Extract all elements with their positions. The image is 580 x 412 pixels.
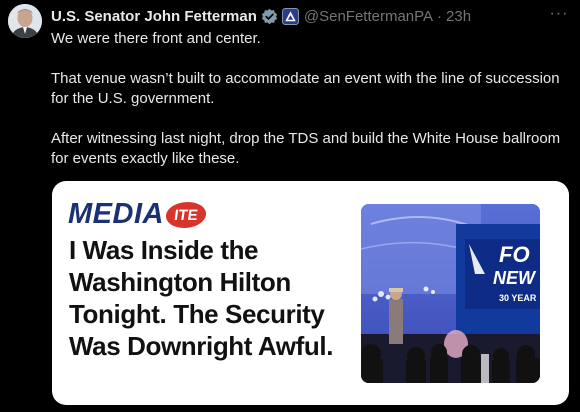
government-verified-badge-icon[interactable] xyxy=(261,8,278,25)
photo-screen-text-2: NEW xyxy=(493,268,537,288)
logo-ite-badge: ITE xyxy=(164,201,208,228)
tweet-paragraph: After witnessing last night, drop the TD… xyxy=(51,130,561,167)
tweet-paragraph: That venue wasn’t built to accommodate a… xyxy=(51,70,560,107)
card-headline: I Was Inside the Washington Hilton Tonig… xyxy=(69,235,334,361)
tweet-header: U.S. Senator John Fetterman @SenFetterma… xyxy=(51,5,560,27)
link-preview-card[interactable]: MEDIA ITE I Was Inside the Washington Hi… xyxy=(52,181,569,405)
blue-triangle-affiliation-icon[interactable] xyxy=(281,7,299,25)
author-handle[interactable]: @SenFettermanPA xyxy=(304,8,433,25)
tweet-paragraph: We were there front and center. xyxy=(51,30,261,47)
tweet-text: We were there front and center. That ven… xyxy=(51,29,566,189)
photo-screen-text-1: FO xyxy=(499,242,530,267)
header-separator: · xyxy=(437,7,443,25)
more-options-icon[interactable]: ··· xyxy=(548,3,570,25)
author-name[interactable]: U.S. Senator John Fetterman xyxy=(51,8,257,25)
event-photo-image: FO NEW 30 YEAR xyxy=(361,204,540,383)
avatar-image xyxy=(8,4,42,38)
author-avatar[interactable] xyxy=(8,4,42,38)
tweet-timestamp[interactable]: 23h xyxy=(446,8,471,25)
mediaite-logo: MEDIA ITE xyxy=(68,198,208,230)
logo-media-text: MEDIA xyxy=(68,198,164,230)
photo-screen-text-3: 30 YEAR xyxy=(499,293,537,303)
card-photo: FO NEW 30 YEAR xyxy=(361,204,540,383)
tweet[interactable]: U.S. Senator John Fetterman @SenFetterma… xyxy=(0,0,580,412)
